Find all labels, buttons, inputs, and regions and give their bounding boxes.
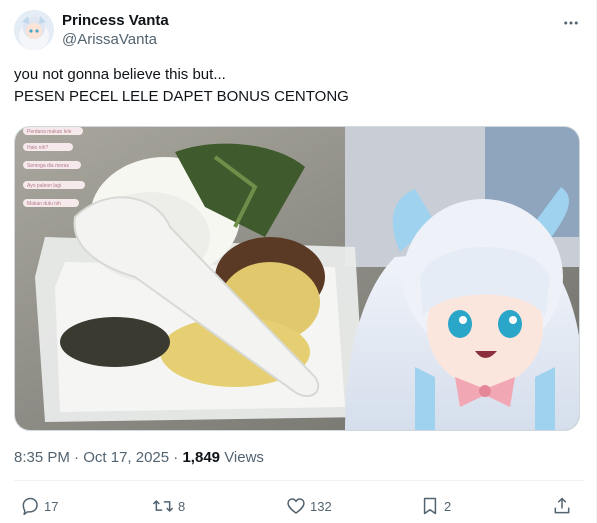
tweet-text-line-2: PESEN PECEL LELE DAPET BONUS CENTONG [14,88,349,105]
avatar-image [14,10,54,50]
tweet: Princess Vanta @ArissaVanta you not gonn… [0,0,597,523]
tweet-text: you not gonna believe this but... PESEN … [14,64,574,108]
reply-icon [22,497,38,516]
views-label: Views [224,449,264,466]
chat-message: Semoga dia meras [27,163,69,169]
chat-message: Halo nih? [27,145,48,151]
repost-button[interactable]: 8 [152,493,185,519]
tweet-media[interactable]: Perdana makan lele Halo nih? Semoga dia … [14,126,580,431]
repost-icon [152,499,174,513]
action-bar: 17 8 132 2 [14,493,580,519]
heart-icon [287,498,305,514]
tweet-text-line-1: you not gonna believe this but... [14,66,226,83]
divider [14,480,584,481]
tweet-header: Princess Vanta @ArissaVanta [14,10,584,54]
share-icon [554,497,570,514]
like-button[interactable]: 132 [286,493,332,519]
tweet-date[interactable]: Oct 17, 2025 [83,449,169,466]
tweet-meta: 8:35 PM · Oct 17, 2025 · 1,849 Views [14,448,264,468]
share-button[interactable] [552,493,572,519]
reply-count: 17 [44,498,59,514]
handle[interactable]: @ArissaVanta [62,30,169,50]
bookmark-count: 2 [444,498,452,514]
meta-separator: · [173,449,179,466]
bookmark-icon [423,497,437,515]
bookmark-button[interactable]: 2 [420,493,451,519]
like-count: 132 [310,498,332,514]
more-button[interactable] [558,10,584,36]
repost-count: 8 [178,498,186,514]
meta-separator: · [74,449,80,466]
tweet-time[interactable]: 8:35 PM [14,449,70,466]
chat-message: Perdana makan lele [27,129,72,135]
chat-message: Ayo paleon lagi [27,183,61,189]
more-icon [564,21,578,25]
display-name[interactable]: Princess Vanta [62,12,169,30]
author-names: Princess Vanta @ArissaVanta [62,12,169,50]
media-photo: Perdana makan lele Halo nih? Semoga dia … [15,127,579,430]
reply-button[interactable]: 17 [20,493,58,519]
chat-message: Makan dulu nih [27,201,61,207]
avatar[interactable] [14,10,54,50]
views-count: 1,849 [182,449,221,466]
